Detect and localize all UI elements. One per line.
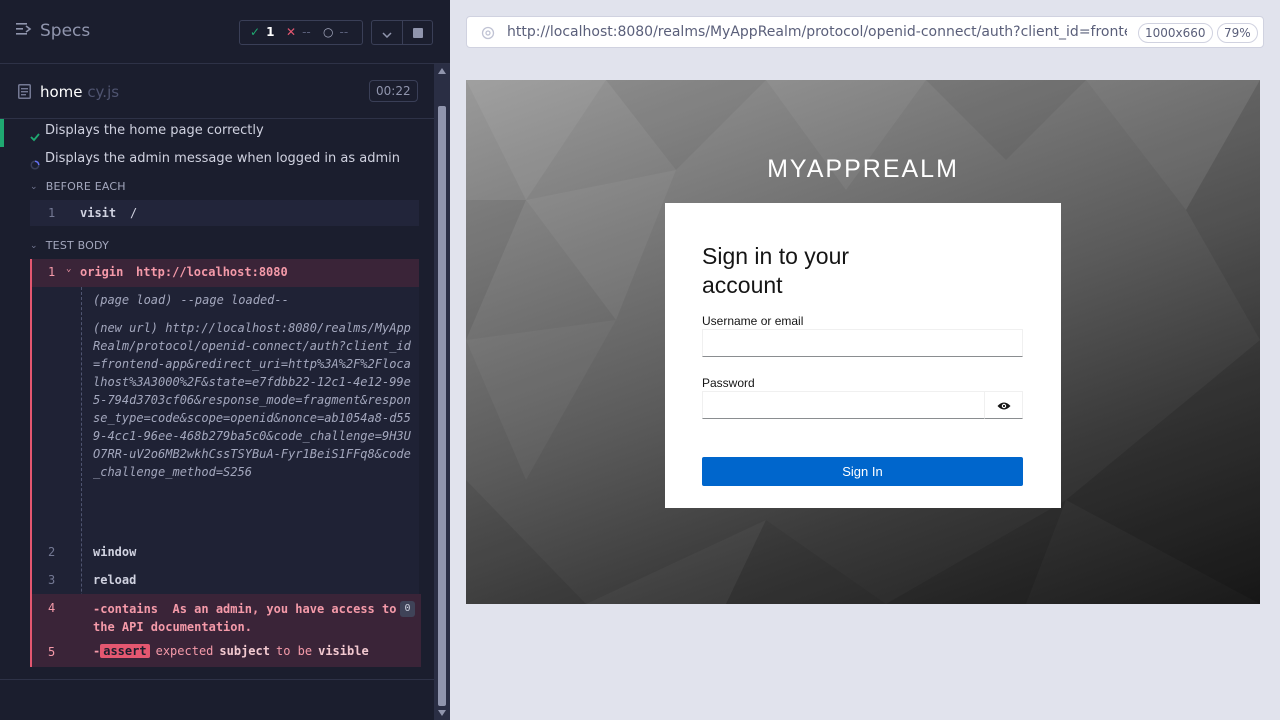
log-label: (new url)	[93, 321, 159, 335]
viewport-size-badge[interactable]: 1000x660	[1138, 23, 1213, 43]
test-status-bar	[0, 119, 4, 147]
spec-file-row[interactable]: home cy.js 00:22	[0, 65, 434, 119]
aut-iframe: MYAPPREALM Sign in to your account Usern…	[466, 80, 1260, 604]
x-icon: ✕	[286, 25, 297, 39]
username-input[interactable]	[702, 329, 1023, 357]
pending-count: --	[339, 25, 349, 39]
stat-pending: ○ --	[323, 25, 348, 39]
spec-name: home cy.js	[40, 83, 119, 101]
log-label: (page load)	[93, 293, 173, 307]
show-password-button[interactable]	[984, 391, 1023, 419]
menu-icon[interactable]	[16, 22, 32, 42]
expand-button[interactable]	[372, 21, 402, 44]
sign-in-button[interactable]: Sign In	[702, 457, 1023, 486]
command-number: 4	[48, 601, 56, 615]
log-entry[interactable]: (new url) http://localhost:8080/realms/M…	[93, 319, 415, 481]
aut-url[interactable]: http://localhost:8080/realms/MyAppRealm/…	[507, 24, 1127, 40]
username-label: Username or email	[702, 314, 804, 328]
specs-label[interactable]: Specs	[40, 21, 90, 41]
command-text: -contains As an admin, you have access t…	[93, 600, 403, 636]
command-text: - assert expected subject to be visible	[93, 644, 369, 658]
login-card: Sign in to your account Username or emai…	[665, 203, 1061, 508]
command-row-failed[interactable]: 5 - assert expected subject to be visible	[32, 638, 421, 667]
stop-button[interactable]	[403, 21, 433, 44]
file-icon	[18, 84, 31, 103]
chevron-down-icon[interactable]: ⌄	[66, 264, 71, 274]
eye-icon	[997, 396, 1011, 415]
log-message: http://localhost:8080/realms/MyAppRealm/…	[93, 321, 411, 479]
assert-word: to be	[275, 644, 313, 658]
chevron-down-icon	[382, 23, 392, 42]
divider	[0, 679, 434, 680]
command-name: visit	[80, 206, 117, 220]
command-message: /	[130, 206, 138, 220]
app-under-test: http://localhost:8080/realms/MyAppRealm/…	[450, 0, 1280, 720]
spec-basename: home	[40, 83, 83, 101]
test-title: Displays the home page correctly	[45, 123, 264, 138]
chevron-down-icon: ⌄	[30, 182, 38, 192]
stop-icon	[413, 23, 423, 42]
reporter-scrollbar[interactable]	[434, 64, 450, 720]
command-dash: -	[93, 644, 101, 658]
hook-title: TEST BODY	[45, 239, 110, 252]
run-controls	[371, 20, 433, 45]
command-message: http://localhost:8080	[136, 265, 288, 279]
reporter-header: Specs ✓ 1 ✕ -- ○ --	[0, 0, 450, 64]
test-item[interactable]: Displays the home page correctly	[0, 119, 434, 147]
login-title: Sign in to your account	[702, 243, 850, 298]
command-number: 5	[48, 645, 56, 659]
command-number: 1	[48, 265, 56, 279]
assert-word: subject	[219, 644, 270, 658]
command-row-origin[interactable]: 1 ⌄ origin http://localhost:8080	[30, 259, 419, 287]
cypress-runner: Specs ✓ 1 ✕ -- ○ -- home cy.js 00:22 Dis…	[0, 0, 1280, 720]
command-row[interactable]: 2 window	[32, 538, 421, 566]
check-icon: ✓	[250, 25, 261, 39]
hook-title: BEFORE EACH	[45, 180, 126, 193]
scroll-thumb[interactable]	[438, 106, 446, 706]
test-title: Displays the admin message when logged i…	[45, 151, 400, 166]
scroll-down-arrow[interactable]	[438, 710, 446, 716]
command-name: contains	[100, 602, 159, 616]
aut-url-bar[interactable]: http://localhost:8080/realms/MyAppRealm/…	[466, 16, 1264, 48]
scroll-up-arrow[interactable]	[438, 68, 446, 74]
assert-word: expected	[155, 644, 214, 658]
command-number: 1	[48, 206, 56, 220]
globe-icon	[481, 25, 495, 44]
zoom-badge[interactable]: 79%	[1217, 23, 1258, 43]
command-row[interactable]: 3 reload	[32, 566, 421, 594]
test-item[interactable]: Displays the admin message when logged i…	[0, 147, 434, 175]
passed-count: 1	[266, 25, 275, 39]
failed-count: --	[302, 25, 311, 39]
password-input[interactable]	[702, 391, 985, 419]
log-message: --page loaded--	[180, 293, 289, 307]
command-number: 2	[48, 545, 56, 559]
spinner-icon	[30, 155, 40, 174]
reporter-panel: Specs ✓ 1 ✕ -- ○ -- home cy.js 00:22 Dis…	[0, 0, 450, 720]
spec-duration: 00:22	[369, 80, 418, 102]
spinner-icon: ○	[323, 25, 334, 39]
check-icon	[30, 127, 40, 146]
command-name: origin	[80, 265, 124, 279]
command-number: 3	[48, 573, 56, 587]
realm-title: MYAPPREALM	[767, 155, 959, 183]
assert-badge: assert	[100, 644, 150, 658]
password-label: Password	[702, 376, 755, 390]
command-row[interactable]: 1 visit /	[30, 200, 419, 226]
stat-passed: ✓ 1	[250, 25, 274, 39]
command-name: reload	[93, 573, 137, 587]
hook-before-each[interactable]: ⌄ BEFORE EACH	[30, 180, 126, 193]
command-row-failed[interactable]: 4 -contains As an admin, you have access…	[32, 594, 421, 638]
command-name: window	[93, 545, 137, 559]
chevron-down-icon: ⌄	[30, 241, 38, 251]
hook-test-body[interactable]: ⌄ TEST BODY	[30, 239, 109, 252]
stat-failed: ✕ --	[286, 25, 311, 39]
assert-word: visible	[318, 644, 369, 658]
element-count-badge: 0	[400, 601, 415, 617]
log-entry[interactable]: (page load) --page loaded--	[93, 291, 289, 309]
origin-command-group: (page load) --page loaded-- (new url) htt…	[30, 287, 421, 667]
spec-extension: cy.js	[87, 83, 120, 101]
stats-bar: ✓ 1 ✕ -- ○ --	[239, 20, 363, 45]
